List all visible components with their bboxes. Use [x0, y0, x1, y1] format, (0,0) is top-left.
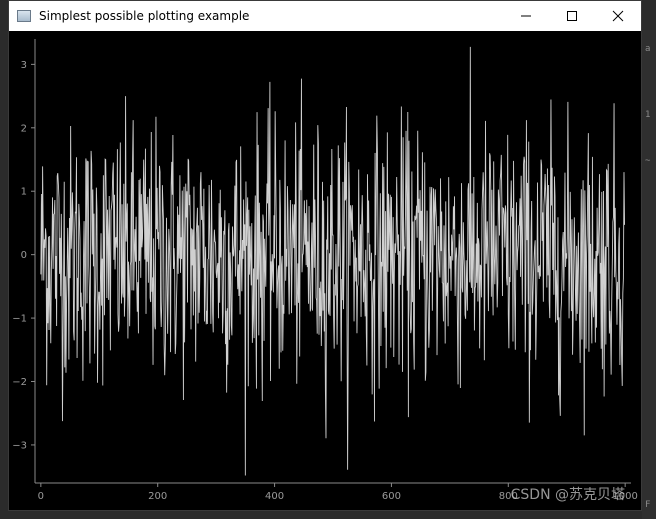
close-button[interactable]	[595, 1, 641, 31]
close-icon	[612, 10, 624, 22]
window-title: Simplest possible plotting example	[39, 9, 250, 23]
app-window-icon	[17, 10, 31, 22]
side-glyph: 1	[645, 110, 651, 120]
y-tick-label: 0	[21, 250, 27, 261]
window-controls	[503, 1, 641, 31]
watermark: CSDN @苏克贝塔	[510, 487, 625, 503]
side-glyph: ~	[645, 156, 651, 166]
y-tick-label: −1	[12, 314, 27, 325]
data-series-line	[40, 46, 626, 476]
line-plot[interactable]: −3−2−101230 200 400 600 800 1000	[9, 31, 641, 510]
plot-canvas[interactable]: −3 −2 −1 0 1 2 3 0 200 400 600 800 1000 CSDN @苏克贝塔	[9, 31, 641, 510]
x-tick-label: 0	[38, 491, 44, 502]
side-glyph: F	[645, 500, 651, 510]
minimize-button[interactable]	[503, 1, 549, 31]
y-tick-label: 3	[21, 60, 27, 71]
y-tick-label: 1	[21, 187, 27, 198]
x-tick-label: 400	[265, 491, 284, 502]
maximize-icon	[567, 11, 577, 21]
x-tick-label: 200	[148, 491, 167, 502]
side-glyph: a	[645, 44, 651, 54]
maximize-button[interactable]	[549, 1, 595, 31]
title-bar[interactable]: Simplest possible plotting example	[9, 1, 641, 31]
y-tick-label: −2	[12, 377, 27, 388]
x-tick-label: 600	[382, 491, 401, 502]
y-tick-label: 2	[21, 123, 27, 134]
plot-window: Simplest possible plotting example −3 −2	[8, 0, 642, 511]
minimize-icon	[521, 15, 531, 17]
y-tick-label: −3	[12, 440, 27, 451]
background-editor-strip: a 1 ~ F	[642, 30, 656, 519]
